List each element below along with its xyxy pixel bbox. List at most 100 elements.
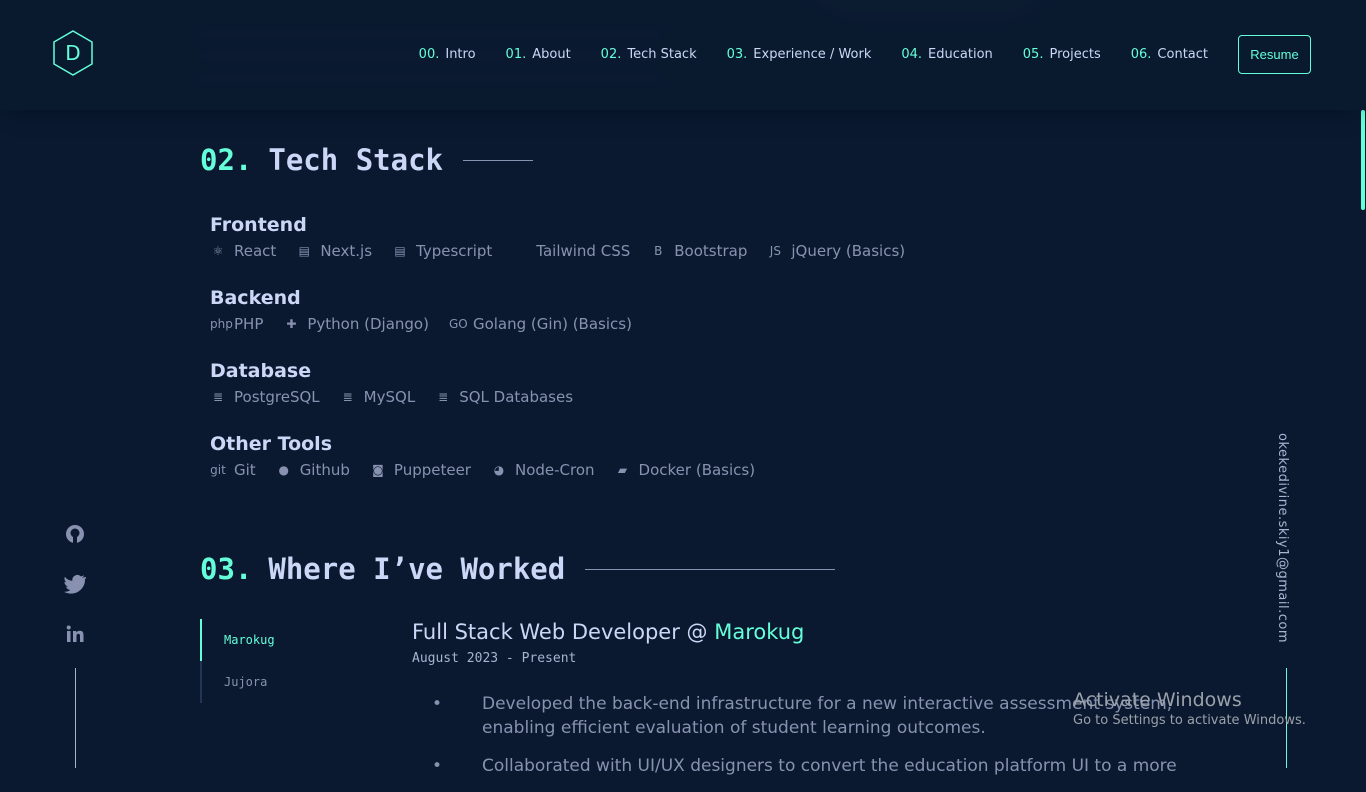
tech-category-frontend: Frontend ⚛ React ▤ Next.js ▤ Typescript Tailwin…: [210, 214, 905, 260]
file-code-icon: ▤: [394, 244, 406, 258]
nav-link-tech-stack[interactable]: 02. Tech Stack: [601, 47, 697, 62]
tech-label: Python (Django): [307, 315, 429, 333]
tech-label: Node-Cron: [514, 461, 595, 479]
nav-number: 01.: [505, 47, 527, 62]
section-number: 03.: [200, 552, 253, 586]
nav-label: Education: [928, 47, 993, 62]
nav-link-experience-work[interactable]: 03. Experience / Work: [727, 47, 872, 62]
divider: [463, 159, 533, 161]
github-icon: ●: [278, 463, 289, 477]
tech-item: Tailwind CSS: [512, 242, 630, 260]
company-tabs: Marokug Jujora: [200, 619, 380, 703]
nav-link-projects[interactable]: 05. Projects: [1023, 47, 1101, 62]
php-icon: php: [210, 317, 233, 331]
divider: [585, 568, 836, 570]
windows-activation-watermark: Activate Windows Go to Settings to activ…: [1073, 689, 1306, 728]
watermark-subtitle: Go to Settings to activate Windows.: [1073, 713, 1306, 728]
tech-item: ◙ Puppeteer: [370, 461, 471, 479]
section-title: Where I’ve Worked: [268, 552, 566, 586]
tab-jujora[interactable]: Jujora: [200, 661, 380, 703]
git-icon: git: [210, 463, 226, 477]
tech-item: php PHP: [210, 315, 263, 333]
tech-item: ≣ MySQL: [340, 388, 416, 406]
tech-item: ▰ Docker (Basics): [615, 461, 756, 479]
section-number: 02.: [200, 143, 253, 177]
tech-items: ⚛ React ▤ Next.js ▤ Typescript Tailwind CSS B Bo…: [210, 242, 906, 260]
tech-label: Puppeteer: [393, 461, 471, 479]
resume-button[interactable]: Resume: [1238, 35, 1311, 74]
tech-label: SQL Databases: [459, 388, 574, 406]
tech-label: Tailwind CSS: [536, 242, 631, 260]
nav-label: Intro: [445, 47, 476, 62]
robot-icon: ◙: [372, 463, 384, 477]
job-panel: Full Stack Web Developer @ Marokug Augus…: [412, 620, 1182, 792]
list-item: Developed the back-end infrastructure fo…: [412, 692, 1182, 740]
tech-item: B Bootstrap: [650, 242, 747, 260]
job-date: August 2023 - Present: [412, 651, 577, 666]
nav-link-contact[interactable]: 06. Contact: [1131, 47, 1208, 62]
tech-label: Golang (Gin) (Basics): [472, 315, 632, 333]
tech-label: Github: [299, 461, 350, 479]
tech-item: ◕ Node-Cron: [491, 461, 595, 479]
list-item: Collaborated with UI/UX designers to con…: [412, 754, 1182, 778]
file-icon: ▤: [298, 244, 310, 258]
logo-hexagon-icon[interactable]: D: [52, 30, 94, 76]
email-link[interactable]: okekedivine.skiy1@gmail.com: [1275, 433, 1290, 643]
company-link[interactable]: Marokug: [714, 620, 804, 644]
tech-items: ≣ PostgreSQL ≣ MySQL ≣ SQL Databases: [210, 388, 573, 406]
tech-item: ● Github: [276, 461, 350, 479]
database-icon: ≣: [342, 390, 353, 404]
linkedin-icon[interactable]: [64, 624, 86, 646]
tech-label: Docker (Basics): [638, 461, 756, 479]
js-icon: JS: [769, 244, 781, 258]
nav-label: Contact: [1157, 47, 1208, 62]
tab-marokug[interactable]: Marokug: [200, 619, 380, 661]
nav-label: Experience / Work: [753, 47, 872, 62]
tech-label: Bootstrap: [674, 242, 748, 260]
work-heading: 03. Where I’ve Worked: [200, 552, 836, 586]
tech-label: jQuery (Basics): [791, 242, 906, 260]
nav-link-education[interactable]: 04. Education: [901, 47, 992, 62]
category-title: Database: [210, 360, 312, 382]
database-icon: ≣: [212, 390, 224, 404]
nav-number: 06.: [1130, 47, 1152, 62]
tech-item: ▤ Next.js: [296, 242, 372, 260]
nav-link-about[interactable]: 01. About: [506, 47, 571, 62]
tech-stack-heading: 02. Tech Stack: [200, 143, 533, 177]
tech-label: Typescript: [416, 242, 493, 260]
twitter-icon[interactable]: [64, 574, 87, 596]
clock-icon: ◕: [493, 463, 505, 477]
scrollbar-thumb[interactable]: [1361, 110, 1365, 210]
go-icon: GO: [448, 317, 468, 331]
category-title: Other Tools: [210, 433, 332, 455]
nav-link-intro[interactable]: 00. Intro: [419, 47, 476, 62]
nav-number: 02.: [600, 47, 622, 62]
tech-item: ⚛ React: [210, 242, 277, 260]
tech-category-other-tools: Other Tools git Git ● Github ◙ Puppeteer ◕ Node-…: [210, 433, 755, 479]
tech-label: PHP: [234, 315, 264, 333]
bootstrap-icon: B: [654, 244, 663, 258]
tech-category-backend: Backend php PHP ✚ Python (Django) GO Golang (G…: [210, 287, 632, 333]
left-vertical-line: [75, 668, 76, 768]
category-title: Backend: [210, 287, 301, 309]
site-header: D 00. Intro 01. About 02. Tech Stack 03. Experi…: [0, 0, 1366, 110]
watermark-title: Activate Windows: [1073, 689, 1242, 711]
tech-items: php PHP ✚ Python (Django) GO Golang (Gin) (Ba…: [210, 315, 632, 333]
github-icon[interactable]: [64, 524, 86, 546]
job-role: Full Stack Web Developer @: [412, 620, 715, 644]
database-icon: ≣: [438, 390, 449, 404]
nav-label: About: [532, 47, 571, 62]
tech-item: ▤ Typescript: [392, 242, 492, 260]
nav-number: 04.: [901, 47, 923, 62]
docker-icon: ▰: [617, 463, 628, 477]
scrollbar[interactable]: [1360, 110, 1366, 768]
job-bullets: Developed the back-end infrastructure fo…: [412, 692, 1182, 778]
section-title: Tech Stack: [268, 143, 443, 177]
tech-item: ≣ SQL Databases: [435, 388, 573, 406]
nav-label: Projects: [1049, 47, 1101, 62]
tech-label: MySQL: [363, 388, 416, 406]
tech-category-database: Database ≣ PostgreSQL ≣ MySQL ≣ SQL Databases: [210, 360, 573, 406]
tech-label: React: [234, 242, 277, 260]
nav-number: 03.: [726, 47, 748, 62]
tech-item: JS jQuery (Basics): [767, 242, 905, 260]
